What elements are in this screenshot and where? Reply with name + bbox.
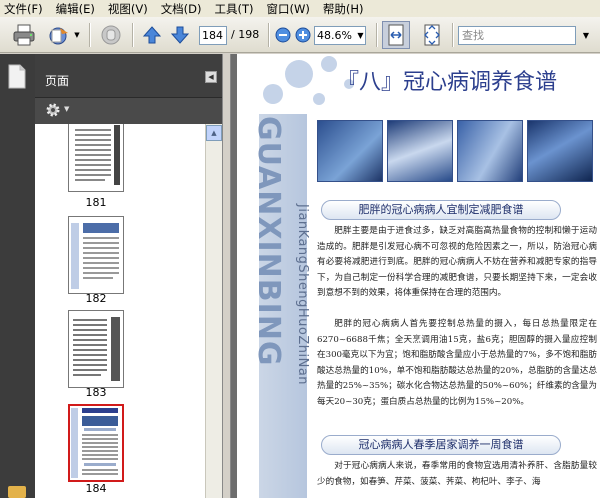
body-paragraph: 对于冠心病病人来说，春季常用的食物宜选用清补养肝、含脂肪量较少的食物，如春笋、芹…: [317, 461, 597, 487]
panel-close-button[interactable]: ◀: [205, 71, 217, 83]
gear-icon: [46, 103, 60, 117]
menu-view[interactable]: 视图(V): [108, 1, 148, 17]
panel-options-button[interactable]: ▼: [45, 102, 75, 118]
chevron-down-icon: ▼: [582, 31, 590, 40]
section-heading: 肥胖的冠心病病人宜制定减肥食谱: [321, 200, 561, 220]
email-dropdown-arrow[interactable]: ▼: [72, 22, 82, 48]
toolbar-divider: [452, 23, 453, 47]
pages-panel: 页面 ◀ ▼ 181 182 183 184 ▲: [35, 54, 222, 498]
navigation-strip: [0, 54, 35, 498]
zoom-dropdown-button[interactable]: ▼: [356, 27, 365, 44]
page-preview: [75, 125, 120, 185]
page-thumbnail[interactable]: [68, 216, 124, 294]
arrow-down-icon: [170, 26, 190, 44]
zoom-in-icon: [295, 27, 311, 43]
page-thumbnail[interactable]: [68, 124, 124, 192]
section-heading: 冠心病病人春季居家调养一周食谱: [321, 435, 561, 455]
pages-icon: [8, 64, 26, 89]
fit-width-button[interactable]: [382, 21, 410, 49]
menu-help[interactable]: 帮助(H): [323, 1, 364, 17]
chevron-up-icon: ▲: [211, 129, 217, 137]
page-thumbnail[interactable]: [68, 310, 124, 388]
thumbnail-label: 181: [85, 196, 107, 209]
scroll-up-button[interactable]: ▲: [206, 125, 222, 141]
food-photo: [387, 120, 453, 182]
thumbnail-label: 183: [85, 386, 107, 399]
menu-edit[interactable]: 编辑(E): [56, 1, 95, 17]
page-preview: [71, 408, 118, 478]
fit-page-icon: [424, 24, 440, 46]
chevron-down-icon: ▼: [74, 31, 80, 39]
search-dropdown-button[interactable]: ▼: [580, 26, 592, 45]
thumbnail-label: 182: [85, 292, 107, 305]
page-preview: [71, 223, 119, 289]
fit-width-icon: [388, 24, 404, 46]
next-page-button[interactable]: [168, 22, 192, 48]
fit-page-button[interactable]: [418, 22, 446, 48]
menu-document[interactable]: 文档(D): [161, 1, 202, 17]
email-button[interactable]: [46, 22, 72, 48]
side-title-text: GUANXINBING: [251, 116, 286, 367]
hand-icon: [101, 25, 121, 45]
attachment-icon[interactable]: [8, 486, 26, 498]
zoom-out-button[interactable]: [274, 22, 292, 48]
body-paragraph: 肥胖的冠心病病人首先要控制总热量的摄入，每日总热量限定在6270~6688千焦；…: [317, 319, 597, 407]
zoom-in-button[interactable]: [294, 22, 312, 48]
toolbar: ▼ 184 / 198 48.6% ▼ 查找 ▼: [0, 17, 600, 53]
page-preview: [73, 317, 120, 381]
panel-header: 页面 ◀: [35, 54, 222, 98]
toolbar-divider: [89, 23, 90, 47]
zoom-out-icon: [275, 27, 291, 43]
page-number-input[interactable]: 184: [199, 26, 227, 45]
page-total-label: / 198: [231, 28, 260, 41]
chevron-down-icon: ▼: [357, 31, 364, 40]
body-paragraph: 肥胖主要是由于进食过多，缺乏对高脂高热量食物的控制和懒于运动造成的。肥胖是引发冠…: [317, 226, 597, 299]
food-photo: [527, 120, 593, 182]
menu-tools[interactable]: 工具(T): [215, 1, 254, 17]
side-subtitle-text: JianKangShengHuoZhiNan: [295, 204, 310, 386]
chevron-left-icon: ◀: [208, 73, 214, 81]
menu-window[interactable]: 窗口(W): [267, 1, 310, 17]
chevron-down-icon: ▼: [64, 105, 70, 113]
arrow-up-icon: [142, 26, 162, 44]
document-view[interactable]: GUANXINBING JianKangShengHuoZhiNan 『八』冠心…: [231, 54, 600, 498]
menu-bar: 文件(F) 编辑(E) 视图(V) 文档(D) 工具(T) 窗口(W) 帮助(H…: [0, 0, 600, 17]
toolbar-divider: [268, 23, 269, 47]
thumbnail-list: 181 182 183 184: [35, 124, 205, 498]
pages-panel-button[interactable]: [6, 64, 28, 90]
search-input[interactable]: 查找: [458, 26, 576, 45]
previous-page-button[interactable]: [140, 22, 164, 48]
document-page: GUANXINBING JianKangShengHuoZhiNan 『八』冠心…: [237, 54, 600, 498]
hand-tool-button[interactable]: [97, 22, 125, 48]
toolbar-divider: [132, 23, 133, 47]
food-photo: [317, 120, 383, 182]
menu-file[interactable]: 文件(F): [4, 1, 43, 17]
food-photo: [457, 120, 523, 182]
printer-icon: [13, 24, 35, 46]
thumbnail-label: 184: [85, 482, 107, 495]
page-thumbnail-selected[interactable]: [68, 404, 124, 482]
thumbnail-scrollbar[interactable]: ▲: [205, 124, 222, 498]
panel-title: 页面: [45, 74, 70, 88]
print-button[interactable]: [10, 22, 38, 48]
toolbar-divider: [376, 23, 377, 47]
share-icon: [49, 27, 68, 45]
photo-strip: [317, 120, 597, 182]
document-title: 『八』冠心病调养食谱: [337, 70, 558, 95]
panel-splitter[interactable]: [222, 54, 231, 498]
